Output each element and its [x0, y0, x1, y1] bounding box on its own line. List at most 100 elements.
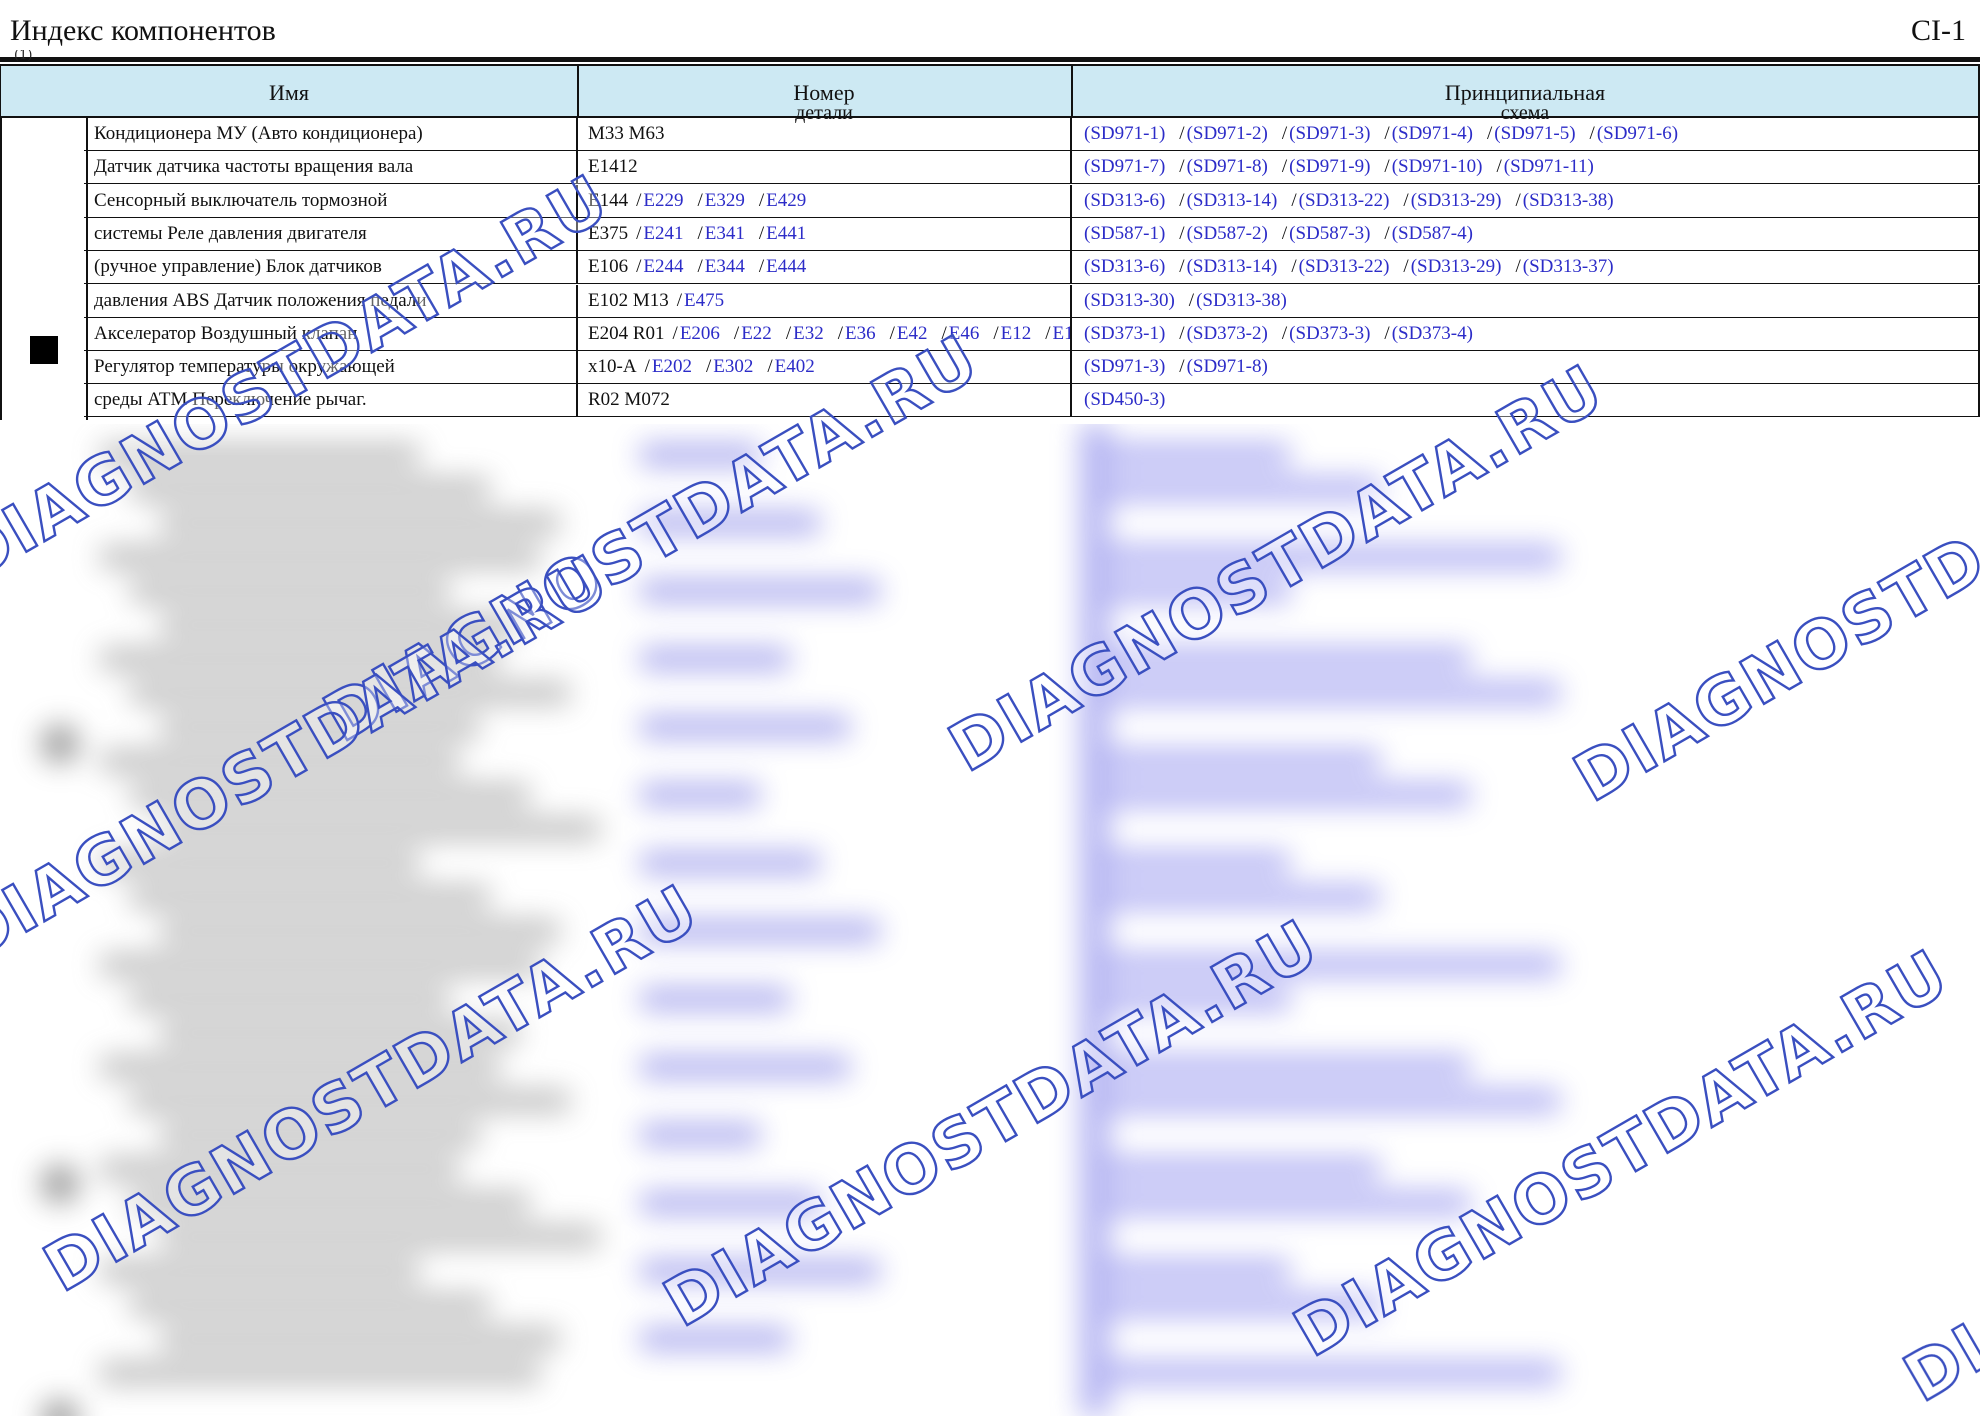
part-link[interactable]: E206	[680, 323, 720, 344]
separator: /	[698, 223, 703, 244]
diagram-link[interactable]: (SD971-5)	[1494, 123, 1575, 144]
separator: /	[1403, 256, 1408, 277]
column-header-name: Имя	[1, 66, 579, 116]
part-link[interactable]: E302	[713, 356, 753, 377]
diagram-cell: (SD971-3) /(SD971-8)	[1070, 351, 1980, 383]
part-link[interactable]: E402	[775, 356, 815, 377]
blurred-text-line	[1090, 852, 1290, 874]
diagram-link[interactable]: (SD971-1)	[1084, 123, 1165, 144]
diagram-link[interactable]: (SD971-9)	[1289, 156, 1370, 177]
part-link[interactable]: E15	[1053, 323, 1070, 344]
separator: /	[1179, 123, 1184, 144]
diagram-link[interactable]: (SD373-2)	[1187, 323, 1268, 344]
blurred-text-line	[1090, 750, 1380, 772]
part-link[interactable]: E32	[793, 323, 824, 344]
part-link[interactable]: E341	[705, 223, 745, 244]
table-row: (ручное управление) Блок датчиковE106/E2…	[84, 251, 1980, 284]
part-link[interactable]: E202	[652, 356, 692, 377]
diagram-link[interactable]: (SD587-3)	[1289, 223, 1370, 244]
blurred-marker	[40, 1164, 80, 1204]
table-row: Сенсорный выключатель тормознойE144/E229…	[84, 185, 1980, 218]
component-name: Кондиционера МУ (Авто кондиционера)	[94, 118, 576, 150]
diagram-link[interactable]: (SD971-2)	[1187, 123, 1268, 144]
separator: /	[786, 323, 791, 344]
separator: /	[1282, 123, 1287, 144]
part-link[interactable]: E12	[1001, 323, 1032, 344]
part-link[interactable]: E444	[766, 256, 806, 277]
separator: /	[677, 290, 682, 311]
part-number: x10-A	[588, 356, 637, 377]
diagram-link[interactable]: (SD373-3)	[1289, 323, 1370, 344]
blurred-text-line	[640, 988, 790, 1010]
diagram-link[interactable]: (SD971-8)	[1187, 356, 1268, 377]
diagram-link[interactable]: (SD587-1)	[1084, 223, 1165, 244]
blurred-marker	[40, 1399, 80, 1416]
diagram-link[interactable]: (SD971-3)	[1084, 356, 1165, 377]
diagram-cell: (SD313-30)/(SD313-38)	[1070, 285, 1980, 317]
separator: /	[1291, 256, 1296, 277]
blurred-text-line	[130, 1294, 490, 1316]
diagram-link[interactable]: (SD313-22)	[1299, 190, 1390, 211]
diagram-link[interactable]: (SD313-6)	[1084, 190, 1165, 211]
diagram-link[interactable]: (SD313-37)	[1523, 256, 1614, 277]
diagram-link[interactable]: (SD587-2)	[1187, 223, 1268, 244]
separator: /	[734, 323, 739, 344]
part-number-cell: M33 M63	[576, 118, 1070, 150]
part-number-cell: E102 M13 /E475	[576, 285, 1070, 317]
separator: /	[759, 223, 764, 244]
diagram-link[interactable]: (SD971-8)	[1187, 156, 1268, 177]
part-link[interactable]: E441	[766, 223, 806, 244]
diagram-link[interactable]: (SD971-4)	[1392, 123, 1473, 144]
part-link[interactable]: E244	[643, 256, 683, 277]
diagram-link[interactable]: (SD971-6)	[1597, 123, 1678, 144]
blurred-text-line	[160, 512, 560, 534]
separator: /	[706, 356, 711, 377]
blurred-text-line	[640, 784, 760, 806]
separator: /	[1179, 323, 1184, 344]
diagram-link[interactable]: (SD313-6)	[1084, 256, 1165, 277]
blurred-column-line	[1080, 424, 1110, 1416]
diagram-link[interactable]: (SD450-3)	[1084, 389, 1165, 410]
separator: /	[759, 256, 764, 277]
diagram-link[interactable]: (SD587-4)	[1392, 223, 1473, 244]
blurred-text-line	[100, 546, 540, 568]
diagram-link[interactable]: (SD971-11)	[1504, 156, 1594, 177]
blurred-marker	[40, 724, 80, 764]
part-link[interactable]: E475	[684, 290, 724, 311]
part-link[interactable]: E329	[705, 190, 745, 211]
diagram-cell: (SD313-6)/(SD313-14)/(SD313-22)/(SD313-2…	[1070, 185, 1980, 217]
separator: /	[1403, 190, 1408, 211]
separator: /	[1384, 156, 1389, 177]
diagram-link[interactable]: (SD313-14)	[1187, 256, 1278, 277]
part-number: E102 M13	[588, 290, 669, 311]
part-number: M33 M63	[588, 123, 665, 144]
table-row: Датчик датчика частоты вращения валаE141…	[84, 151, 1980, 184]
separator: /	[1179, 223, 1184, 244]
component-name: Датчик датчика частоты вращения вала	[94, 151, 576, 183]
part-link[interactable]: E22	[741, 323, 772, 344]
diagram-link[interactable]: (SD313-22)	[1299, 256, 1390, 277]
part-link[interactable]: E241	[643, 223, 683, 244]
column-header-diagram: Принципиальная схема	[1071, 66, 1979, 116]
separator: /	[1496, 156, 1501, 177]
diagram-link[interactable]: (SD313-30)	[1084, 290, 1175, 311]
diagram-cell: (SD373-1)/(SD373-2)/(SD373-3)/(SD373-4)	[1070, 318, 1980, 350]
diagram-link[interactable]: (SD971-3)	[1289, 123, 1370, 144]
diagram-link[interactable]: (SD373-1)	[1084, 323, 1165, 344]
blurred-text-line	[1090, 1158, 1380, 1180]
diagram-link[interactable]: (SD313-38)	[1523, 190, 1614, 211]
blurred-text-line	[1090, 1192, 1470, 1214]
diagram-link[interactable]: (SD971-7)	[1084, 156, 1165, 177]
diagram-link[interactable]: (SD373-4)	[1392, 323, 1473, 344]
diagram-link[interactable]: (SD971-10)	[1392, 156, 1483, 177]
diagram-link[interactable]: (SD313-38)	[1196, 290, 1287, 311]
diagram-link[interactable]: (SD313-29)	[1411, 190, 1502, 211]
diagram-link[interactable]: (SD313-29)	[1411, 256, 1502, 277]
part-link[interactable]: E429	[766, 190, 806, 211]
part-link[interactable]: E344	[705, 256, 745, 277]
part-link[interactable]: E229	[643, 190, 683, 211]
separator: /	[1045, 323, 1050, 344]
diagram-link[interactable]: (SD313-14)	[1187, 190, 1278, 211]
part-link[interactable]: E36	[845, 323, 876, 344]
separator: /	[1179, 356, 1184, 377]
